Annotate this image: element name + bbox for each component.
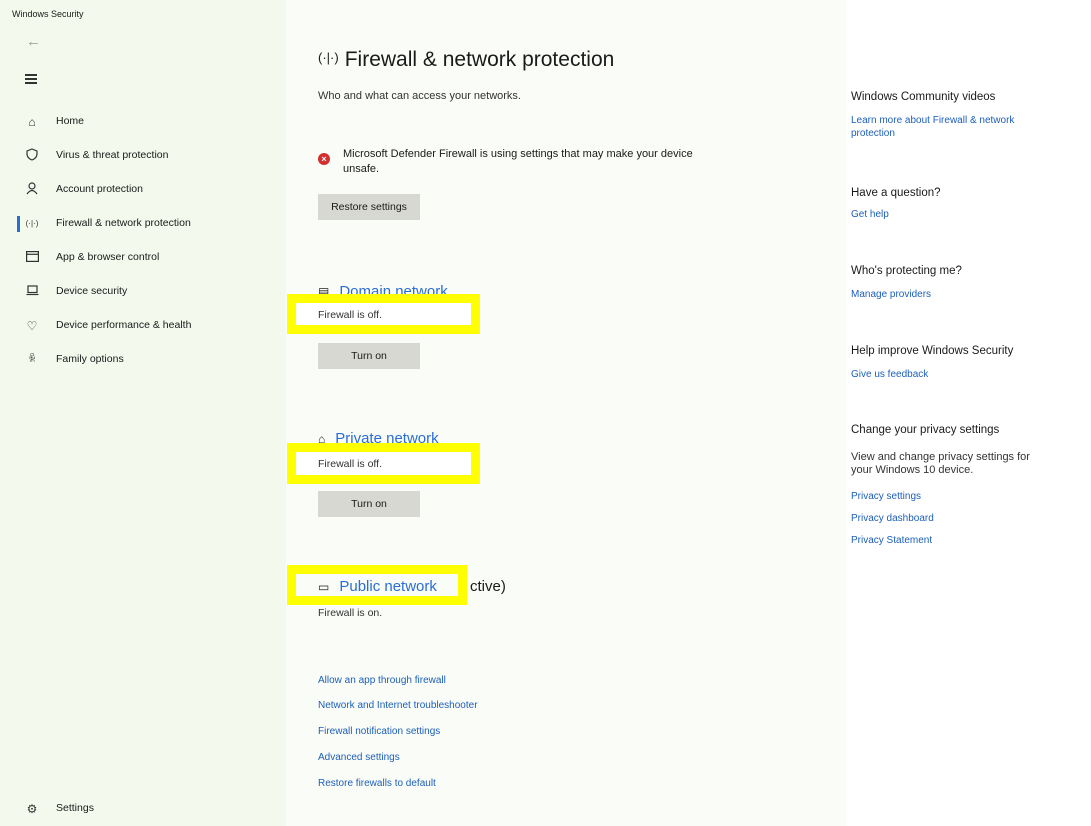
heart-icon: ♡	[26, 319, 38, 333]
gear-icon: ⚙	[26, 802, 38, 816]
sidebar-item-label: Firewall & network protection	[56, 217, 191, 229]
page-title-text: Firewall & network protection	[344, 48, 615, 71]
highlight-box	[287, 294, 480, 334]
sidebar-item-settings[interactable]: ⚙ Settings	[0, 797, 286, 821]
domain-turn-on-button[interactable]: Turn on	[318, 343, 420, 369]
hamburger-menu-icon[interactable]	[25, 74, 37, 86]
notification-settings-link[interactable]: Firewall notification settings	[318, 726, 440, 737]
improve-heading: Help improve Windows Security	[851, 345, 1014, 357]
public-network-active-suffix: ctive)	[470, 578, 506, 595]
sidebar-item-account[interactable]: Account protection	[0, 178, 286, 202]
sidebar-item-device-security[interactable]: Device security	[0, 280, 286, 304]
network-troubleshooter-link[interactable]: Network and Internet troubleshooter	[318, 700, 478, 711]
browser-window-icon	[24, 250, 40, 266]
get-help-link[interactable]: Get help	[851, 208, 889, 221]
page-subtitle: Who and what can access your networks.	[318, 90, 521, 102]
advanced-settings-link[interactable]: Advanced settings	[318, 752, 400, 763]
back-arrow-icon[interactable]: ←	[26, 33, 41, 50]
protecting-heading: Who's protecting me?	[851, 265, 962, 277]
page-title: (·|·) Firewall & network protection	[318, 48, 614, 72]
sidebar-item-label: Device performance & health	[56, 319, 192, 331]
public-network-status: Firewall is on.	[318, 607, 383, 619]
privacy-heading: Change your privacy settings	[851, 424, 1000, 436]
sidebar-item-firewall[interactable]: (·|·) Firewall & network protection	[0, 212, 286, 236]
feedback-link[interactable]: Give us feedback	[851, 368, 928, 381]
sidebar-item-label: Settings	[56, 802, 94, 814]
sidebar-item-label: Account protection	[56, 183, 143, 195]
restore-settings-button[interactable]: Restore settings	[318, 194, 420, 220]
sidebar-item-home[interactable]: ⌂ Home	[0, 110, 286, 134]
antenna-icon: (·|·)	[25, 219, 39, 228]
sidebar-item-virus-threat[interactable]: Virus & threat protection	[0, 144, 286, 168]
restore-defaults-link[interactable]: Restore firewalls to default	[318, 778, 436, 789]
community-link[interactable]: Learn more about Firewall & network prot…	[851, 114, 1056, 140]
sidebar: ← ⌂ Home Virus & threat protection Accou…	[0, 0, 286, 826]
highlight-box	[287, 443, 480, 484]
sidebar-item-app-browser[interactable]: App & browser control	[0, 246, 286, 270]
domain-network-status: Firewall is off.	[318, 309, 382, 321]
family-icon: ꆜ	[28, 354, 36, 365]
public-network-icon: ▭	[318, 580, 330, 594]
sidebar-item-label: Home	[56, 115, 85, 127]
privacy-description: View and change privacy settings for you…	[851, 451, 1030, 476]
question-heading: Have a question?	[851, 187, 941, 199]
sidebar-item-label: Family options	[56, 353, 124, 365]
shield-icon	[24, 148, 40, 164]
sidebar-item-label: Device security	[56, 285, 128, 297]
sidebar-item-device-health[interactable]: ♡ Device performance & health	[0, 314, 286, 338]
warning-message: Microsoft Defender Firewall is using set…	[343, 148, 693, 175]
allow-app-link[interactable]: Allow an app through firewall	[318, 675, 446, 686]
laptop-icon	[24, 284, 40, 300]
home-icon: ⌂	[28, 115, 36, 129]
private-turn-on-button[interactable]: Turn on	[318, 491, 420, 517]
sidebar-item-family[interactable]: ꆜ Family options	[0, 348, 286, 372]
antenna-icon: (·|·)	[318, 50, 339, 65]
public-network-link[interactable]: ▭ Public network	[318, 578, 437, 595]
error-icon: ×	[318, 153, 330, 165]
community-heading: Windows Community videos	[851, 91, 996, 103]
private-network-status: Firewall is off.	[318, 458, 382, 470]
person-icon	[24, 182, 40, 198]
privacy-statement-link[interactable]: Privacy Statement	[851, 534, 932, 547]
public-network-label: Public network	[339, 578, 437, 595]
privacy-settings-link[interactable]: Privacy settings	[851, 490, 921, 503]
privacy-dashboard-link[interactable]: Privacy dashboard	[851, 512, 934, 525]
sidebar-item-label: App & browser control	[56, 251, 160, 263]
manage-providers-link[interactable]: Manage providers	[851, 288, 931, 301]
sidebar-item-label: Virus & threat protection	[56, 149, 169, 161]
app-title: Windows Security	[12, 9, 84, 19]
